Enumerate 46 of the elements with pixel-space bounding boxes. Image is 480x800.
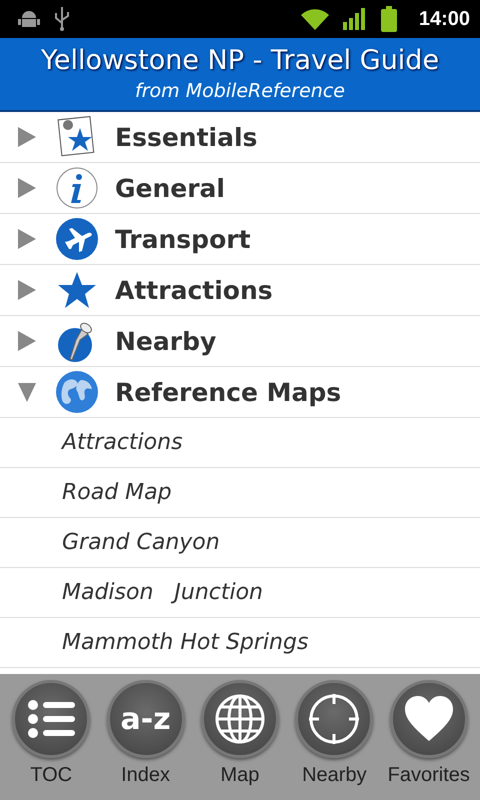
android-icon [18, 9, 40, 29]
subsection-label: Grand Canyon [62, 530, 220, 555]
section-row[interactable]: Attractions [0, 265, 480, 316]
subsection-row[interactable]: Grand Canyon [0, 518, 480, 568]
globe-icon [55, 370, 99, 414]
toolbar-button[interactable] [295, 680, 374, 758]
toolbar-button[interactable] [390, 680, 468, 758]
usb-icon [54, 7, 70, 31]
toolbar-label: Index [121, 764, 170, 787]
toolbar-label: TOC [30, 764, 72, 787]
subsection-label: Attractions [62, 430, 183, 455]
app-subtitle: from MobileReference [135, 79, 345, 104]
airplane-icon [55, 217, 99, 261]
subsection-row[interactable]: Attractions [0, 418, 480, 468]
app-title: Yellowstone NP - Travel Guide [40, 44, 440, 78]
subsection-label: Madison Junction [62, 580, 263, 605]
section-row[interactable]: Transport [0, 214, 480, 265]
globe-icon [214, 693, 266, 745]
section-row[interactable]: Essentials [0, 112, 480, 163]
section-row[interactable]: Reference Maps [0, 367, 480, 418]
subsection-row[interactable]: Road Map [0, 468, 480, 518]
subsection-row[interactable]: Madison Junction [0, 568, 480, 618]
toolbar-label: Map [220, 764, 260, 787]
toolbar-button[interactable] [12, 680, 90, 758]
subsection-label: Road Map [62, 480, 172, 505]
section-label: Attractions [115, 276, 273, 304]
section-label: Nearby [115, 326, 216, 356]
section-row[interactable]: Nearby [0, 316, 480, 367]
toolbar-label: Favorites [388, 764, 470, 787]
section-row[interactable]: General [0, 163, 480, 214]
section-label: Reference Maps [115, 378, 342, 406]
section-label: Essentials [115, 122, 258, 152]
battery-icon [380, 6, 397, 32]
toolbar-button[interactable] [200, 680, 279, 758]
section-label: Transport [115, 224, 251, 254]
crosshair-icon [308, 693, 360, 745]
signal-icon [342, 8, 367, 30]
subsection-row[interactable]: Mammoth Hot Springs [0, 618, 480, 668]
wifi-icon [300, 8, 329, 30]
toolbar-label: Nearby [302, 764, 367, 787]
toolbar-button[interactable]: a-z [106, 680, 185, 758]
subsection-label: Mammoth Hot Springs [62, 630, 308, 655]
index-glyph: a-z [120, 702, 171, 736]
section-label: General [115, 174, 225, 202]
info-icon [55, 166, 99, 210]
clock: 14:00 [418, 8, 470, 30]
